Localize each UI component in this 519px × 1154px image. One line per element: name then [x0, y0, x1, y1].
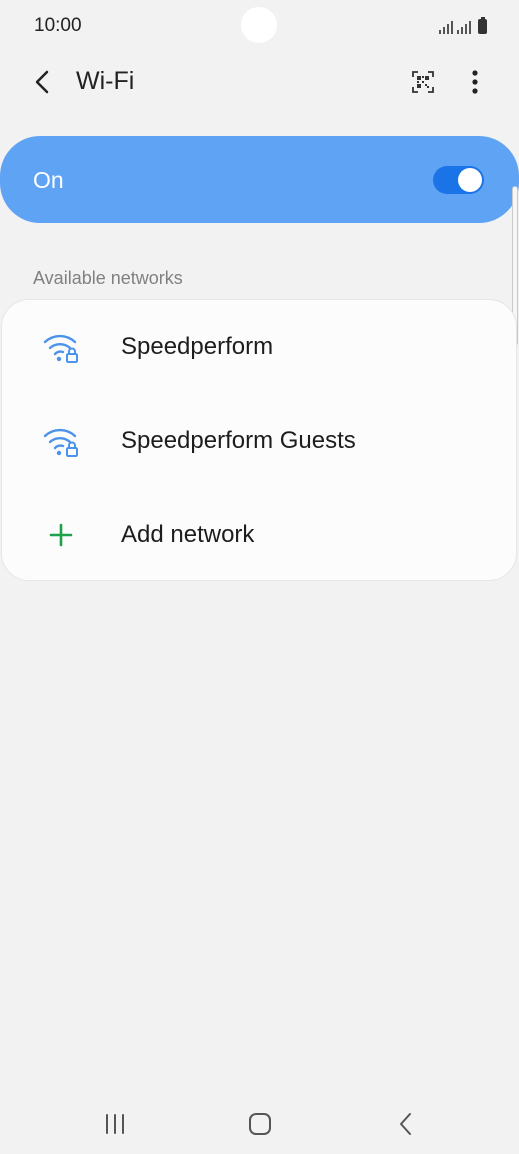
plus-icon	[49, 523, 73, 547]
status-bar: 10:00	[0, 0, 519, 52]
recents-button[interactable]	[95, 1108, 135, 1140]
app-bar: Wi-Fi	[0, 52, 519, 114]
home-button[interactable]	[240, 1108, 280, 1140]
switch-thumb	[458, 168, 482, 192]
wifi-secured-icon	[43, 334, 78, 363]
signal-icon	[439, 20, 453, 34]
home-icon	[249, 1113, 271, 1135]
wifi-master-toggle[interactable]: On	[0, 136, 519, 223]
wifi-toggle-label: On	[33, 167, 64, 193]
wifi-switch[interactable]	[433, 166, 484, 194]
navigation-bar	[0, 1094, 519, 1154]
more-options-button[interactable]	[460, 64, 490, 100]
recents-icon	[106, 1114, 124, 1134]
networks-list: Speedperform Speedperform Guests Add net…	[1, 299, 517, 581]
qr-code-scan-icon	[412, 71, 434, 93]
back-button[interactable]	[26, 64, 60, 100]
network-name: Speedperform Guests	[121, 427, 356, 454]
front-camera-cutout	[241, 7, 277, 43]
page-title: Wi-Fi	[76, 67, 135, 95]
nav-back-button[interactable]	[386, 1108, 426, 1140]
network-name: Speedperform	[121, 333, 274, 360]
wifi-secured-icon	[43, 428, 78, 457]
wifi-settings-screen: 10:00 Wi-Fi On Available networks Speedp…	[0, 0, 519, 1154]
available-networks-header: Available networks	[33, 268, 183, 288]
status-icons	[439, 16, 487, 34]
qr-scan-button[interactable]	[405, 64, 441, 100]
back-icon	[400, 1113, 411, 1135]
add-network-label: Add network	[121, 521, 255, 548]
chevron-left-icon	[35, 70, 49, 94]
signal-icon	[457, 20, 471, 34]
status-time: 10:00	[34, 15, 82, 36]
network-item-speedperform-guests[interactable]: Speedperform Guests	[2, 394, 518, 488]
network-item-speedperform[interactable]: Speedperform	[2, 300, 518, 394]
battery-icon	[478, 17, 487, 34]
add-network-button[interactable]: Add network	[2, 488, 518, 582]
more-vertical-icon	[472, 70, 478, 94]
